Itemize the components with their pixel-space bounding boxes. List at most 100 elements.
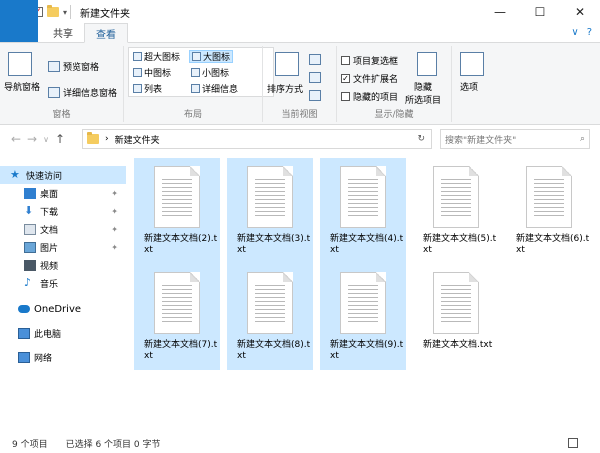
file-name: 新建文本文档(2).txt	[144, 234, 218, 255]
file-item[interactable]: 新建文本文档.txt	[413, 264, 513, 370]
file-item[interactable]: 新建文本文档(7).txt	[134, 264, 220, 370]
selection-info: 已选择 6 个项目 0 字节	[65, 439, 161, 450]
pin-icon[interactable]: ✦	[111, 243, 118, 252]
help-icon[interactable]: ?	[587, 27, 592, 38]
text-document-icon	[433, 272, 479, 334]
checkbox[interactable]	[341, 56, 350, 65]
hide-selected-icon	[417, 52, 437, 76]
options-icon	[460, 52, 484, 76]
large-icons-icon	[192, 52, 201, 61]
forward-button[interactable]: →	[24, 132, 40, 146]
status-bar: 9 个项目 已选择 6 个项目 0 字节	[0, 433, 600, 453]
nav-music[interactable]: ♪ 音乐	[0, 274, 126, 292]
ribbon-collapse-icon[interactable]: ∨	[571, 27, 578, 38]
checkbox[interactable]	[341, 92, 350, 101]
pin-icon[interactable]: ✦	[111, 189, 118, 198]
file-extensions-toggle[interactable]: ✓ 文件扩展名	[341, 72, 398, 85]
star-icon: ★	[10, 167, 20, 181]
add-columns-icon	[309, 72, 321, 83]
hide-selected-button[interactable]: 隐藏 所选项目	[405, 80, 441, 106]
nav-videos[interactable]: 视频	[0, 256, 126, 274]
folder-icon	[87, 132, 99, 144]
extra-large-icons-icon	[133, 52, 142, 61]
layout-large-icons[interactable]: 大图标	[189, 50, 234, 63]
ribbon-tabs: 文件 主页 共享 查看 ∨ ?	[0, 0, 600, 43]
address-bar-row: ← → ∨ ↑ › 新建文件夹 ↻ 搜索"新建文件夹" ⌕	[0, 126, 600, 152]
item-count: 9 个项目	[12, 439, 48, 450]
layout-small-icons[interactable]: 小图标	[189, 66, 231, 79]
nav-downloads[interactable]: ⬇ 下载 ✦	[0, 202, 126, 220]
add-columns-button[interactable]	[309, 72, 321, 83]
text-document-icon	[526, 166, 572, 228]
videos-icon	[24, 259, 36, 271]
size-columns-icon	[309, 90, 321, 101]
sort-by-button[interactable]: 排序方式	[267, 82, 303, 95]
back-button[interactable]: ←	[8, 132, 24, 146]
preview-pane-button[interactable]: 预览窗格	[48, 60, 99, 73]
group-show-hide: 项目复选框 ✓ 文件扩展名 隐藏的项目 隐藏 所选项目 显示/隐藏	[337, 46, 452, 122]
nav-documents[interactable]: 文档 ✦	[0, 220, 126, 238]
file-name: 新建文本文档(8).txt	[237, 340, 311, 361]
close-button[interactable]: ✕	[560, 0, 600, 24]
computer-icon	[18, 327, 30, 339]
up-button[interactable]: ↑	[52, 132, 68, 146]
tab-view[interactable]: 查看	[84, 23, 128, 43]
file-item[interactable]: 新建文本文档(9).txt	[320, 264, 406, 370]
refresh-icon[interactable]: ↻	[417, 134, 425, 144]
path-separator[interactable]: ›	[105, 134, 109, 144]
maximize-button[interactable]: ☐	[520, 0, 560, 24]
text-document-icon	[154, 272, 200, 334]
nav-quick-access[interactable]: ★ 快速访问	[0, 166, 126, 184]
group-panes: 导航窗格 预览窗格 详细信息窗格 窗格	[0, 46, 124, 122]
layout-list[interactable]: 列表	[131, 82, 164, 95]
file-name: 新建文本文档.txt	[423, 340, 493, 350]
pictures-icon	[24, 241, 36, 253]
layout-details[interactable]: 详细信息	[189, 82, 240, 95]
item-checkboxes-toggle[interactable]: 项目复选框	[341, 54, 398, 67]
file-name: 新建文本文档(5).txt	[423, 234, 497, 255]
nav-this-pc[interactable]: 此电脑	[0, 324, 126, 342]
file-item[interactable]: 新建文本文档(3).txt	[227, 158, 313, 264]
text-document-icon	[433, 166, 479, 228]
nav-desktop[interactable]: 桌面 ✦	[0, 184, 126, 202]
search-input[interactable]: 搜索"新建文件夹" ⌕	[440, 129, 590, 149]
group-label-panes: 窗格	[52, 110, 71, 120]
size-columns-button[interactable]	[309, 90, 321, 101]
recent-locations-button[interactable]: ∨	[40, 135, 52, 144]
navigation-pane: ★ 快速访问 桌面 ✦ ⬇ 下载 ✦ 文档 ✦ 图片 ✦ 视频 ♪ 音乐 One…	[0, 160, 126, 430]
pin-icon[interactable]: ✦	[111, 207, 118, 216]
file-list: 新建文本文档(2).txt 新建文本文档(3).txt 新建文本文档(4).tx…	[128, 152, 600, 430]
file-item[interactable]: 新建文本文档(8).txt	[227, 264, 313, 370]
layout-extra-large-icons[interactable]: 超大图标	[131, 50, 182, 63]
customize-toolbar-icon[interactable]: ▾	[63, 8, 67, 17]
group-label-show-hide: 显示/隐藏	[374, 110, 414, 120]
navigation-pane-button[interactable]: 导航窗格	[4, 80, 40, 93]
nav-network[interactable]: 网络	[0, 348, 126, 366]
breadcrumb[interactable]: 新建文件夹	[115, 133, 160, 146]
details-view-toggle[interactable]	[568, 438, 578, 448]
small-icons-icon	[191, 68, 200, 77]
group-label-layout: 布局	[183, 110, 202, 120]
tab-share[interactable]: 共享	[42, 23, 84, 42]
file-name: 新建文本文档(6).txt	[516, 234, 590, 255]
tab-file[interactable]: 文件	[0, 0, 38, 42]
checkbox-checked[interactable]: ✓	[341, 74, 350, 83]
address-bar[interactable]: › 新建文件夹 ↻	[82, 129, 432, 149]
hidden-items-toggle[interactable]: 隐藏的项目	[341, 90, 398, 103]
file-item[interactable]: 新建文本文档(6).txt	[506, 158, 592, 264]
layout-medium-icons[interactable]: 中图标	[131, 66, 173, 79]
group-by-button[interactable]	[309, 54, 321, 65]
minimize-button[interactable]: —	[480, 0, 520, 24]
nav-pictures[interactable]: 图片 ✦	[0, 238, 126, 256]
details-pane-button[interactable]: 详细信息窗格	[48, 86, 117, 99]
download-icon: ⬇	[24, 203, 34, 217]
new-folder-icon[interactable]	[47, 5, 59, 17]
nav-onedrive[interactable]: OneDrive	[0, 300, 126, 318]
file-item[interactable]: 新建文本文档(5).txt	[413, 158, 499, 264]
search-icon: ⌕	[579, 134, 585, 144]
file-item[interactable]: 新建文本文档(4).txt	[320, 158, 406, 264]
details-icon	[191, 84, 200, 93]
file-item[interactable]: 新建文本文档(2).txt	[134, 158, 220, 264]
options-button[interactable]: 选项	[460, 80, 478, 93]
pin-icon[interactable]: ✦	[111, 225, 118, 234]
